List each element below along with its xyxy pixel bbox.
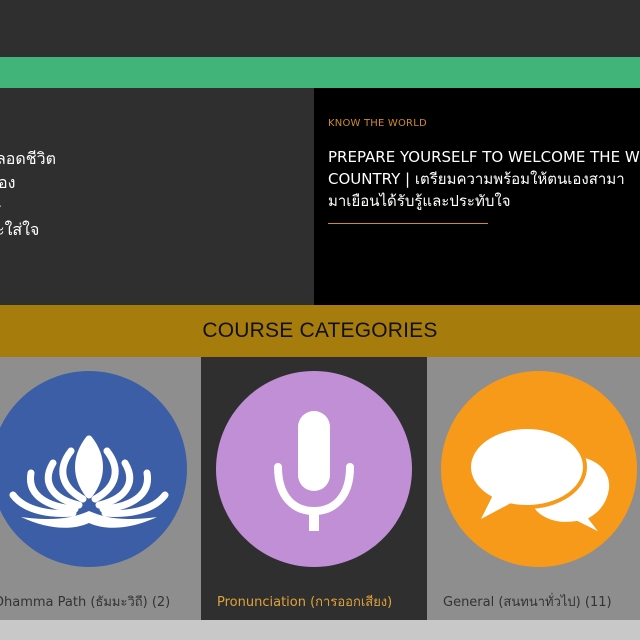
know-the-world-label: KNOW THE WORLD bbox=[328, 118, 427, 129]
category-cards: Dhamma Path (ธัมมะวิถี) (2) Pronunciatio… bbox=[0, 357, 640, 620]
category-label-general[interactable]: General (สนทนาทั่วไป) (11) bbox=[443, 591, 612, 612]
top-navigation-bar bbox=[0, 0, 640, 57]
category-card-pronunciation[interactable]: Pronunciation (การออกเสียง) bbox=[201, 357, 427, 620]
hero-headline-line-1: PREPARE YOURSELF TO WELCOME THE WO bbox=[328, 148, 640, 166]
bottom-bar bbox=[0, 620, 640, 640]
hero-left-line-3: . bbox=[0, 192, 2, 214]
chat-bubbles-icon[interactable] bbox=[441, 371, 637, 567]
course-categories-title: COURSE CATEGORIES bbox=[202, 319, 438, 342]
headline-divider bbox=[328, 223, 488, 224]
hero-section: ลอดชีวิต อง . ะใส่ใจ KNOW THE WORLD PREP… bbox=[0, 88, 640, 305]
green-accent-bar bbox=[0, 57, 640, 88]
hero-left-line-4: ะใส่ใจ bbox=[0, 220, 40, 239]
course-categories-banner: COURSE CATEGORIES bbox=[0, 305, 640, 357]
microphone-icon[interactable] bbox=[216, 371, 412, 567]
category-card-general[interactable]: General (สนทนาทั่วไป) (11) bbox=[427, 357, 640, 620]
hero-headline[interactable]: PREPARE YOURSELF TO WELCOME THE WO COUNT… bbox=[328, 146, 640, 212]
hero-left-line-2: อง bbox=[0, 173, 16, 192]
hero-left-line-1: ลอดชีวิต bbox=[0, 149, 57, 168]
hero-left-panel: ลอดชีวิต อง . ะใส่ใจ bbox=[0, 88, 314, 305]
category-label-dhamma-path[interactable]: Dhamma Path (ธัมมะวิถี) (2) bbox=[0, 591, 170, 612]
lotus-icon[interactable] bbox=[0, 371, 187, 567]
hero-headline-line-2: COUNTRY | เตรียมความพร้อมให้ตนเองสามา bbox=[328, 170, 625, 188]
hero-headline-line-3: มาเยือนได้รับรู้และประทับใจ bbox=[328, 192, 511, 210]
hero-right-panel: KNOW THE WORLD PREPARE YOURSELF TO WELCO… bbox=[314, 88, 640, 305]
category-label-pronunciation[interactable]: Pronunciation (การออกเสียง) bbox=[217, 591, 392, 612]
category-card-dhamma-path[interactable]: Dhamma Path (ธัมมะวิถี) (2) bbox=[0, 357, 201, 620]
